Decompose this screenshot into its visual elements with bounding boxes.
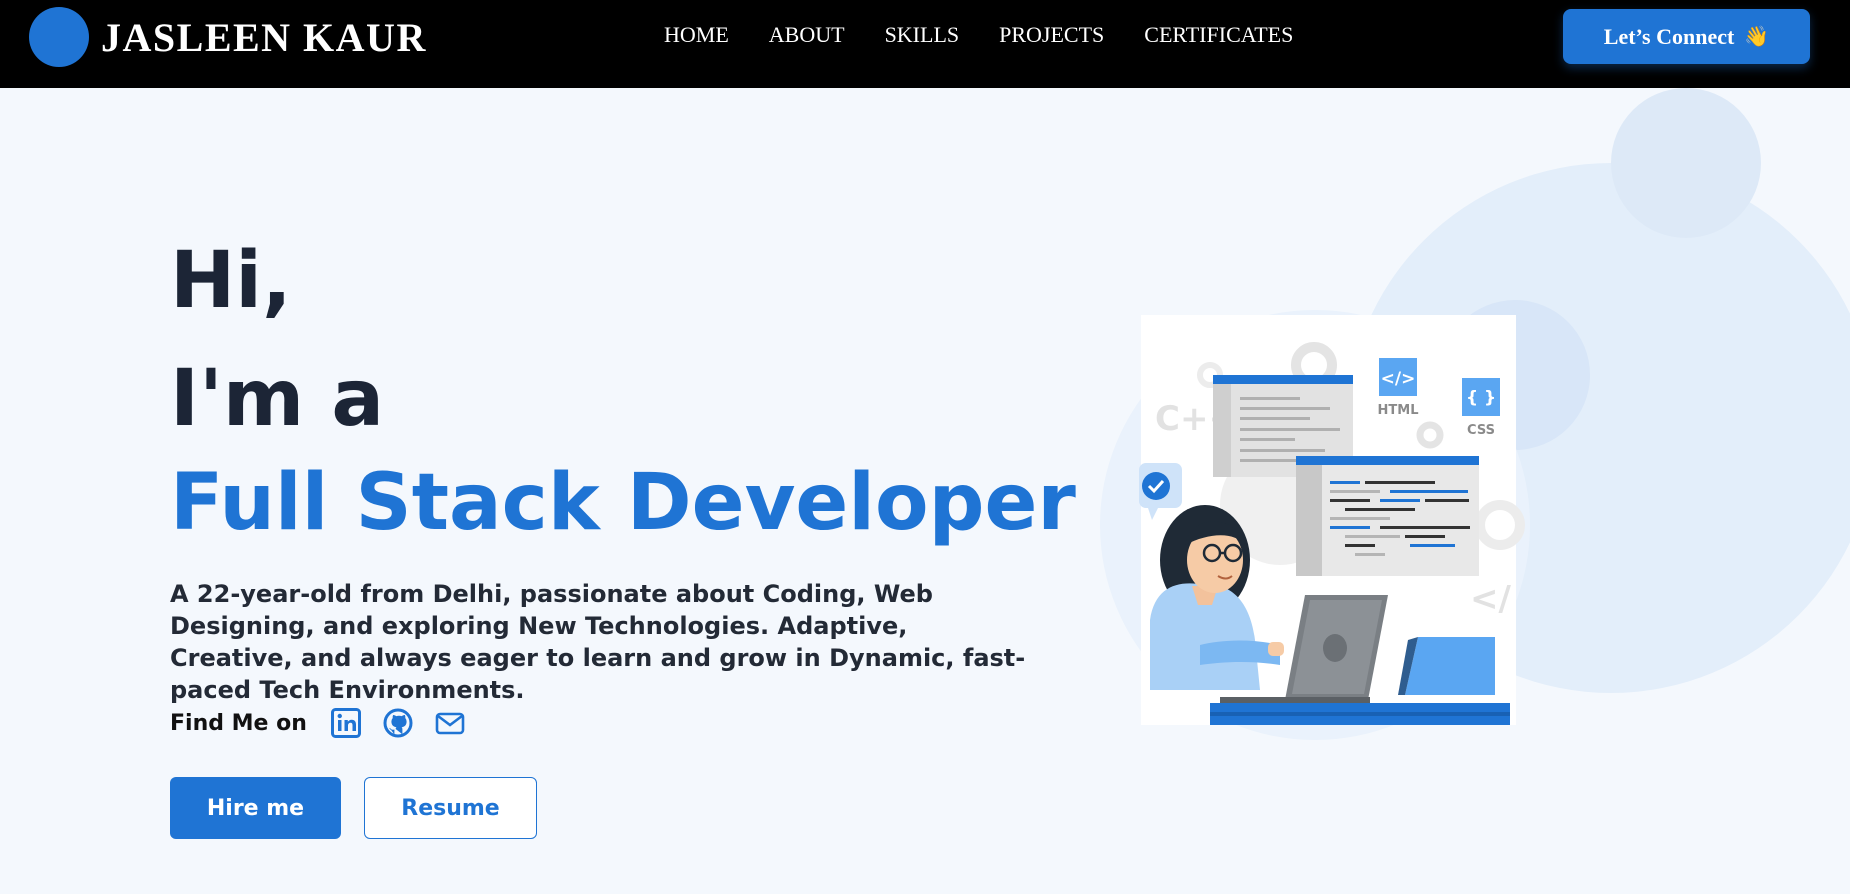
waving-hand-icon: 👋 — [1744, 26, 1770, 48]
hire-me-button[interactable]: Hire me — [170, 777, 341, 839]
nav-link-skills[interactable]: SKILLS — [885, 22, 960, 48]
linkedin-icon[interactable] — [330, 708, 361, 738]
lets-connect-button[interactable]: Let’s Connect 👋 — [1563, 9, 1810, 64]
role-title: Full Stack Developer — [170, 458, 1076, 548]
greeting-im-a: I'm a — [170, 354, 384, 444]
nav-link-certificates[interactable]: CERTIFICATES — [1144, 22, 1293, 48]
html-label: HTML — [1378, 403, 1419, 418]
svg-text:</: </ — [1470, 579, 1511, 619]
css-label: CSS — [1467, 423, 1495, 438]
brand-name[interactable]: JASLEEN KAUR — [101, 14, 427, 61]
github-icon[interactable] — [383, 708, 413, 738]
intro-paragraph: A 22-year-old from Delhi, passionate abo… — [170, 580, 1026, 704]
social-links: Find Me on — [170, 708, 487, 738]
logo-icon[interactable] — [29, 7, 89, 67]
nav-link-projects[interactable]: PROJECTS — [999, 22, 1104, 48]
nav-link-home[interactable]: HOME — [664, 22, 729, 48]
lets-connect-label: Let’s Connect — [1603, 23, 1735, 49]
check-icon — [1142, 472, 1170, 500]
nav-links: HOME ABOUT SKILLS PROJECTS CERTIFICATES — [664, 22, 1293, 48]
greeting-hi: Hi, — [170, 236, 292, 326]
developer-illustration: C++ </ </> HTML {} CSS — [1100, 300, 1530, 740]
resume-button[interactable]: Resume — [364, 777, 537, 839]
find-me-label: Find Me on — [170, 710, 307, 736]
navbar: JASLEEN KAUR HOME ABOUT SKILLS PROJECTS … — [0, 0, 1850, 88]
svg-text:</>: </> — [1381, 369, 1416, 389]
nav-link-about[interactable]: ABOUT — [769, 22, 845, 48]
svg-text:{ }: { } — [1466, 388, 1496, 408]
background-circle-small — [1611, 88, 1761, 238]
mail-icon[interactable] — [435, 708, 465, 738]
